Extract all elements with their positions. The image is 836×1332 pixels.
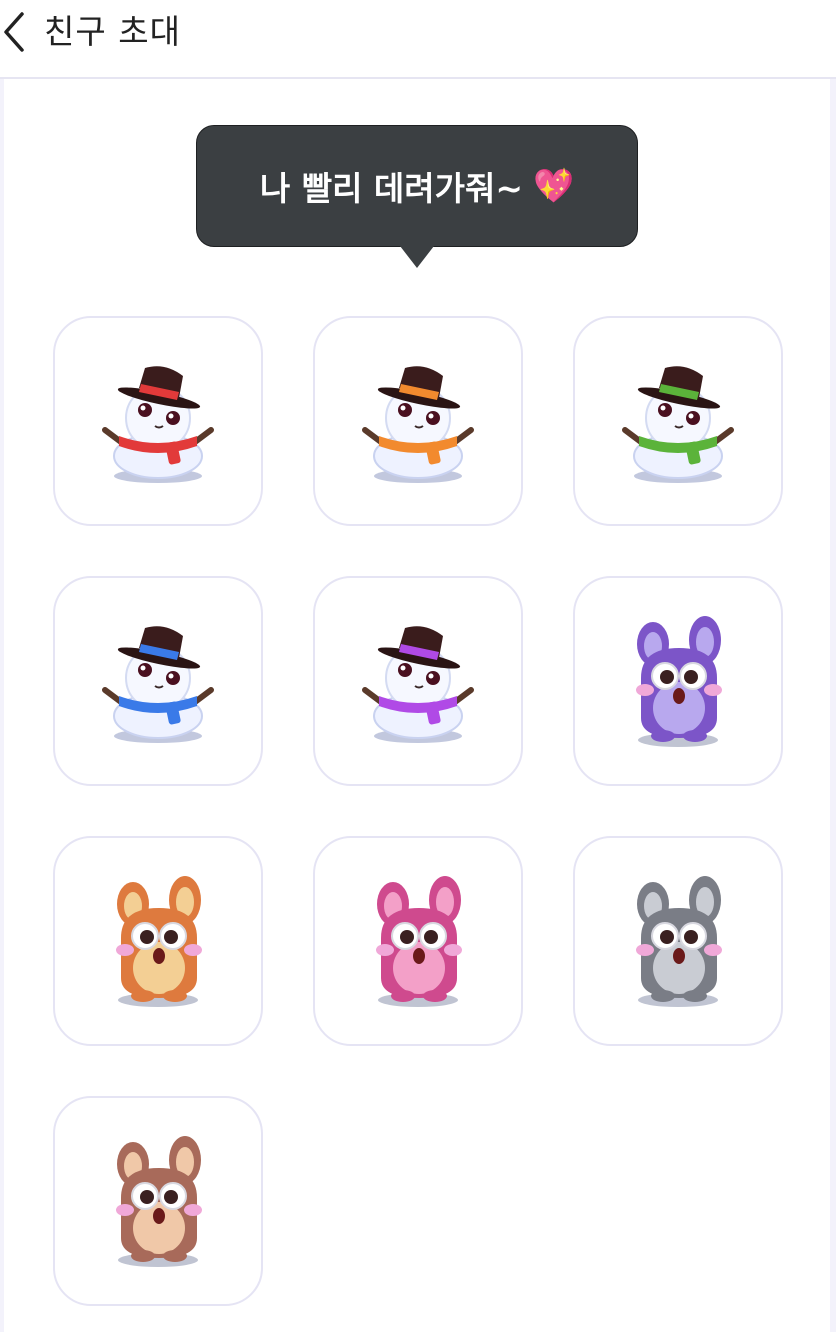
app-header: 친구 초대	[0, 0, 836, 79]
character-tile[interactable]	[53, 316, 263, 526]
character-tile[interactable]	[53, 576, 263, 786]
speech-bubble: 나 빨리 데려가줘~ 💖	[196, 125, 638, 247]
snowman-icon	[622, 366, 734, 483]
character-tile[interactable]	[313, 836, 523, 1046]
chevron-left-icon	[4, 12, 24, 52]
character-tile[interactable]	[313, 316, 523, 526]
character-tile[interactable]	[53, 836, 263, 1046]
character-tile[interactable]	[313, 576, 523, 786]
snowman-icon	[102, 626, 214, 743]
creature-icon	[116, 1136, 202, 1267]
speech-bubble-text: 나 빨리 데려가줘~	[259, 169, 524, 208]
creature-icon	[116, 876, 202, 1007]
snowman-icon	[102, 366, 214, 483]
sparkling-heart-icon: 💖	[533, 166, 575, 205]
creature-icon	[376, 876, 462, 1007]
character-tile[interactable]	[573, 316, 783, 526]
back-button[interactable]	[0, 10, 36, 54]
character-tile[interactable]	[573, 576, 783, 786]
speech-bubble-pointer	[400, 246, 434, 268]
character-tile[interactable]	[573, 836, 783, 1046]
creature-icon	[636, 616, 722, 747]
snowman-icon	[362, 366, 474, 483]
snowman-icon	[362, 626, 474, 743]
creature-icon	[636, 876, 722, 1007]
page-title: 친구 초대	[44, 12, 181, 51]
character-tile[interactable]	[53, 1096, 263, 1306]
